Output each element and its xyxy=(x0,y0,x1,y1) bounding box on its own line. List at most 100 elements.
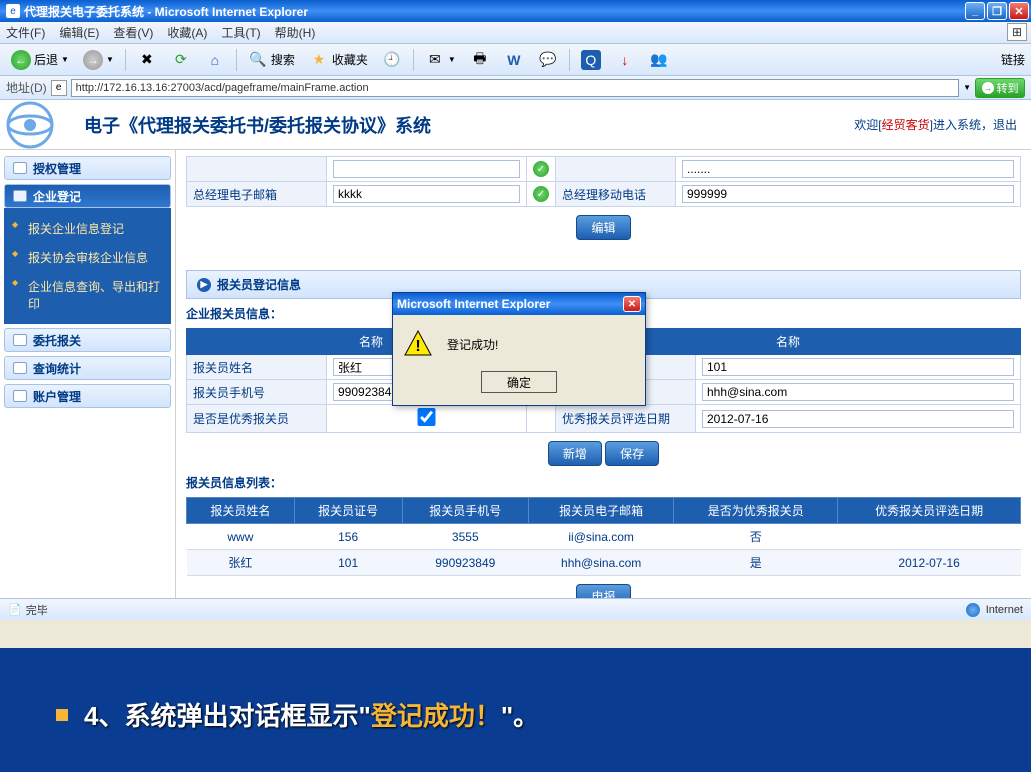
windows-logo-icon: ⊞ xyxy=(1007,23,1027,41)
folder-icon xyxy=(13,390,27,402)
back-icon: ← xyxy=(11,50,31,70)
word-icon: W xyxy=(504,50,524,70)
search-button[interactable]: 🔍搜索 xyxy=(243,48,300,72)
address-bar: 地址(D) e ▼ →转到 xyxy=(0,76,1031,100)
caption-post: 。 xyxy=(513,701,539,731)
ext2-icon: ↓ xyxy=(615,50,635,70)
menu-file[interactable]: 文件(F) xyxy=(6,24,45,41)
maximize-button[interactable]: ❐ xyxy=(987,2,1007,20)
lbl-mobile: 报关员手机号 xyxy=(187,380,327,405)
sidebar-label-account: 账户管理 xyxy=(33,388,81,405)
subitem-query-export[interactable]: 企业信息查询、导出和打印 xyxy=(24,272,171,318)
address-input[interactable] xyxy=(71,79,959,97)
forward-button[interactable]: →▼ xyxy=(78,48,119,72)
subitem-company-register[interactable]: 报关企业信息登记 xyxy=(24,214,171,243)
checkbox-excellent[interactable] xyxy=(333,408,520,426)
sidebar-group-auth[interactable]: 授权管理 xyxy=(4,156,171,180)
favorites-button[interactable]: ★收藏夹 xyxy=(304,48,373,72)
mail-icon: ✉ xyxy=(425,50,445,70)
status-zone: Internet xyxy=(986,604,1023,616)
bullet-icon xyxy=(56,709,68,721)
history-button[interactable]: 🕘 xyxy=(377,48,407,72)
sidebar-group-query[interactable]: 查询统计 xyxy=(4,356,171,380)
ext1-icon: Q xyxy=(581,50,601,70)
list-title: 报关员信息列表： xyxy=(186,474,1021,491)
forward-icon: → xyxy=(83,50,103,70)
ext2-button[interactable]: ↓ xyxy=(610,48,640,72)
go-button[interactable]: →转到 xyxy=(975,78,1025,98)
menu-help[interactable]: 帮助(H) xyxy=(275,24,316,41)
sidebar-label-query: 查询统计 xyxy=(33,360,81,377)
panel-title: 报关员登记信息 xyxy=(217,276,301,293)
input-blank1[interactable] xyxy=(333,160,520,178)
minimize-button[interactable]: _ xyxy=(965,2,985,20)
globe-icon xyxy=(966,603,980,617)
top-form-table: ✓ 总经理电子邮箱 ✓ 总经理移动电话 xyxy=(186,156,1021,207)
sidebar-group-account[interactable]: 账户管理 xyxy=(4,384,171,408)
toolbar: ←后退▼ →▼ ✖ ⟳ ⌂ 🔍搜索 ★收藏夹 🕘 ✉▼ 🖶 W 💬 Q ↓ 👥 … xyxy=(0,44,1031,76)
th-certno: 报关员证号 xyxy=(294,498,402,524)
sidebar-group-register[interactable]: 企业登记 xyxy=(4,184,171,208)
dialog-ok-button[interactable]: 确定 xyxy=(481,371,557,393)
dialog-message: 登记成功! xyxy=(447,336,498,353)
home-icon: ⌂ xyxy=(205,50,225,70)
welcome-pre: 欢迎[ xyxy=(854,118,881,132)
th-mobile: 报关员手机号 xyxy=(402,498,529,524)
sidebar: 授权管理 企业登记 报关企业信息登记 报关协会审核企业信息 企业信息查询、导出和… xyxy=(0,150,176,598)
mail-button[interactable]: ✉▼ xyxy=(420,48,461,72)
input-gm-email[interactable] xyxy=(333,185,520,203)
input-date[interactable] xyxy=(702,410,1014,428)
home-button[interactable]: ⌂ xyxy=(200,48,230,72)
dialog-title-text: Microsoft Internet Explorer xyxy=(397,297,550,311)
subitem-audit[interactable]: 报关协会审核企业信息 xyxy=(24,243,171,272)
close-button[interactable]: ✕ xyxy=(1009,2,1029,20)
search-label: 搜索 xyxy=(271,51,295,68)
links-label[interactable]: 链接 xyxy=(1001,51,1025,68)
ext1-button[interactable]: Q xyxy=(576,48,606,72)
apply-button[interactable]: 申报 xyxy=(576,584,630,598)
input-email[interactable] xyxy=(702,383,1014,401)
input-gm-phone[interactable] xyxy=(682,185,1014,203)
menu-edit[interactable]: 编辑(E) xyxy=(59,24,99,41)
menu-tools[interactable]: 工具(T) xyxy=(221,24,260,41)
th-name: 报关员姓名 xyxy=(187,498,295,524)
input-certno[interactable] xyxy=(702,358,1014,376)
folder-icon xyxy=(13,362,27,374)
sidebar-group-delegate[interactable]: 委托报关 xyxy=(4,328,171,352)
table-row[interactable]: 张红101990923849hhh@sina.com是2012-07-16 xyxy=(187,550,1021,576)
sidebar-label-auth: 授权管理 xyxy=(33,160,81,177)
edit-button[interactable]: W xyxy=(499,48,529,72)
table-row[interactable]: www1563555ii@sina.com否 xyxy=(187,524,1021,550)
menu-view[interactable]: 查看(V) xyxy=(113,24,153,41)
folder-icon xyxy=(13,334,27,346)
dialog-close-button[interactable]: ✕ xyxy=(623,296,641,312)
check-icon: ✓ xyxy=(533,161,549,177)
address-dropdown[interactable]: ▼ xyxy=(963,83,971,92)
discuss-button[interactable]: 💬 xyxy=(533,48,563,72)
window-titlebar: e 代理报关电子委托系统 - Microsoft Internet Explor… xyxy=(0,0,1031,22)
sidebar-submenu: 报关企业信息登记 报关协会审核企业信息 企业信息查询、导出和打印 xyxy=(4,208,171,324)
go-label: 转到 xyxy=(997,80,1019,96)
edit-button[interactable]: 编辑 xyxy=(576,215,630,240)
status-left: 完毕 xyxy=(26,602,48,618)
menu-favorites[interactable]: 收藏(A) xyxy=(167,24,207,41)
new-button[interactable]: 新增 xyxy=(548,441,602,466)
ext3-button[interactable]: 👥 xyxy=(644,48,674,72)
search-icon: 🔍 xyxy=(248,50,268,70)
caption-q2: " xyxy=(501,701,513,731)
stop-button[interactable]: ✖ xyxy=(132,48,162,72)
caption-pre: 系统弹出对话框显示 xyxy=(124,701,358,731)
refresh-button[interactable]: ⟳ xyxy=(166,48,196,72)
lbl-blank2 xyxy=(556,157,676,182)
table-cell: www xyxy=(187,524,295,550)
app-header: 电子《代理报关委托书/委托报关协议》系统 欢迎[经贸客货]进入系统，退出 xyxy=(0,100,1031,150)
th-excellent: 是否为优秀报关员 xyxy=(674,498,838,524)
welcome-post[interactable]: ]进入系统，退出 xyxy=(930,118,1017,132)
page-icon: e xyxy=(51,80,67,96)
back-button[interactable]: ←后退▼ xyxy=(6,48,74,72)
save-button[interactable]: 保存 xyxy=(605,441,659,466)
print-button[interactable]: 🖶 xyxy=(465,48,495,72)
input-blank2[interactable] xyxy=(682,160,1014,178)
th-date: 优秀报关员评选日期 xyxy=(838,498,1021,524)
app-title: 电子《代理报关委托书/委托报关协议》系统 xyxy=(84,112,431,138)
